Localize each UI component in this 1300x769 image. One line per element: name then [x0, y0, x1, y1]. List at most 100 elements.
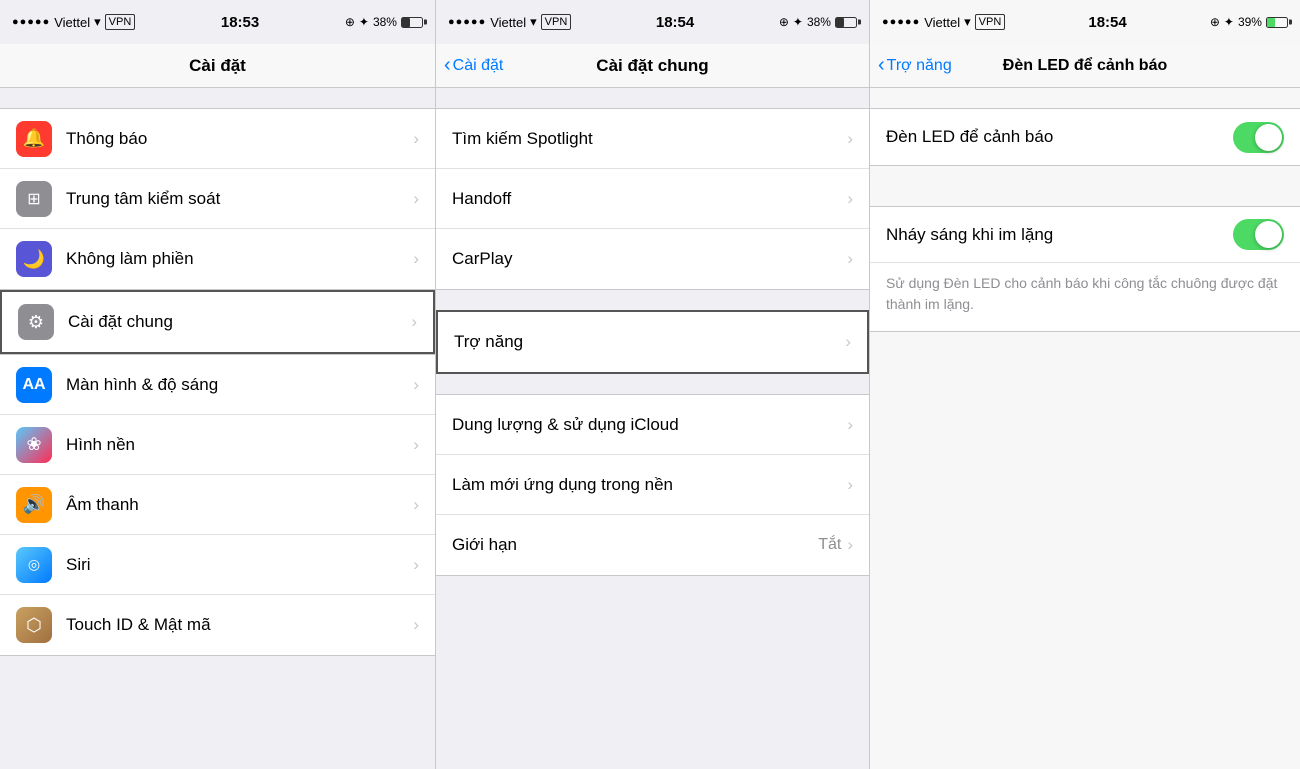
list-item-accessibility[interactable]: Trợ năng ›	[438, 312, 867, 372]
status-left-2: ●●●●● Viettel ▾ VPN	[448, 14, 571, 30]
nav-title-2: Cài đặt chung	[596, 56, 708, 76]
status-right-2: ⊕ ✦ 38%	[779, 15, 857, 29]
status-right-3: ⊕ ✦ 39%	[1210, 15, 1288, 29]
list-item-wallpaper[interactable]: ❀ Hình nền ›	[0, 415, 435, 475]
list-item-restrictions[interactable]: Giới hạn Tắt ›	[436, 515, 869, 575]
wifi-icon-3: ▾	[964, 14, 971, 30]
back-button-3[interactable]: ‹ Trợ năng	[878, 56, 952, 75]
list-item-display[interactable]: AA Màn hình & độ sáng ›	[0, 355, 435, 415]
siri-label: Siri	[66, 555, 413, 575]
back-chevron-3: ‹	[878, 55, 885, 75]
display-label: Màn hình & độ sáng	[66, 375, 413, 395]
panel-led-alert: ●●●●● Viettel ▾ VPN 18:54 ⊕ ✦ 39% ‹ Trợ …	[870, 0, 1300, 769]
accessibility-chevron: ›	[845, 332, 851, 352]
location-icon-3: ⊕	[1210, 15, 1220, 29]
sound-chevron: ›	[413, 495, 419, 515]
notifications-label: Thông báo	[66, 129, 413, 149]
wallpaper-label: Hình nền	[66, 435, 413, 455]
sound-label: Âm thanh	[66, 495, 413, 515]
handoff-chevron: ›	[847, 189, 853, 209]
dnd-icon: 🌙	[16, 241, 52, 277]
nav-title-3: Đèn LED để cảnh báo	[1003, 57, 1167, 75]
nav-bar-2: ‹ Cài đặt Cài đặt chung	[436, 44, 869, 88]
restrictions-chevron: ›	[847, 535, 853, 555]
battery-fill-3	[1267, 18, 1275, 27]
list-item-background-refresh[interactable]: Làm mới ứng dụng trong nền ›	[436, 455, 869, 515]
led-toggle[interactable]	[1233, 122, 1284, 153]
flash-description: Sử dụng Đèn LED cho cảnh báo khi công tắ…	[870, 263, 1300, 331]
icloud-label: Dung lượng & sử dụng iCloud	[452, 415, 847, 435]
battery-percent-2: 38%	[807, 15, 831, 29]
spacer-1	[0, 88, 435, 108]
back-label-2: Cài đặt	[453, 57, 504, 75]
icloud-chevron: ›	[847, 415, 853, 435]
list-item-general[interactable]: ⚙ Cài đặt chung ›	[2, 292, 433, 352]
spacer-2	[436, 88, 869, 108]
list-item-handoff[interactable]: Handoff ›	[436, 169, 869, 229]
wallpaper-chevron: ›	[413, 435, 419, 455]
time-1: 18:53	[221, 14, 259, 31]
status-left-3: ●●●●● Viettel ▾ VPN	[882, 14, 1005, 30]
nav-bar-1: Cài đặt	[0, 44, 435, 88]
vpn-badge-3: VPN	[975, 14, 1006, 30]
spotlight-label: Tìm kiếm Spotlight	[452, 129, 847, 149]
siri-chevron: ›	[413, 555, 419, 575]
flash-toggle[interactable]	[1233, 219, 1284, 250]
dnd-chevron: ›	[413, 249, 419, 269]
signal-dots-2: ●●●●●	[448, 16, 486, 28]
spacer-3b	[870, 186, 1300, 206]
vpn-badge-2: VPN	[541, 14, 572, 30]
general-list-2: Dung lượng & sử dụng iCloud › Làm mới ứn…	[436, 394, 869, 576]
accessibility-label: Trợ năng	[454, 332, 845, 352]
bluetooth-icon-1: ✦	[359, 15, 369, 29]
flash-toggle-knob	[1255, 221, 1282, 248]
back-label-3: Trợ năng	[887, 57, 952, 75]
status-right-1: ⊕ ✦ 38%	[345, 15, 423, 29]
location-icon-2: ⊕	[779, 15, 789, 29]
wallpaper-icon: ❀	[16, 427, 52, 463]
battery-bar-3	[1266, 17, 1288, 28]
bg-refresh-chevron: ›	[847, 475, 853, 495]
list-item-siri[interactable]: ◎ Siri ›	[0, 535, 435, 595]
back-chevron-2: ‹	[444, 55, 451, 75]
signal-dots-3: ●●●●●	[882, 16, 920, 28]
display-chevron: ›	[413, 375, 419, 395]
back-button-2[interactable]: ‹ Cài đặt	[444, 56, 503, 75]
time-3: 18:54	[1088, 14, 1126, 31]
list-item-control-center[interactable]: ⊞ Trung tâm kiểm soát ›	[0, 169, 435, 229]
list-item-notifications[interactable]: 🔔 Thông báo ›	[0, 109, 435, 169]
setting-row-led: Đèn LED để cảnh báo	[870, 109, 1300, 165]
carrier-1: Viettel	[54, 15, 90, 30]
wifi-icon-1: ▾	[94, 14, 101, 30]
touchid-icon: ⬡	[16, 607, 52, 643]
touchid-chevron: ›	[413, 615, 419, 635]
led-settings-group: Đèn LED để cảnh báo	[870, 108, 1300, 166]
general-icon: ⚙	[18, 304, 54, 340]
led-toggle-knob	[1255, 124, 1282, 151]
carrier-2: Viettel	[490, 15, 526, 30]
list-item-carplay[interactable]: CarPlay ›	[436, 229, 869, 289]
location-icon-1: ⊕	[345, 15, 355, 29]
list-item-icloud[interactable]: Dung lượng & sử dụng iCloud ›	[436, 395, 869, 455]
sound-icon: 🔊	[16, 487, 52, 523]
spacer-3	[870, 88, 1300, 108]
notifications-chevron: ›	[413, 129, 419, 149]
status-left-1: ●●●●● Viettel ▾ VPN	[12, 14, 135, 30]
setting-row-flash: Nháy sáng khi im lặng	[870, 207, 1300, 263]
siri-icon: ◎	[16, 547, 52, 583]
panel-general-settings: ●●●●● Viettel ▾ VPN 18:54 ⊕ ✦ 38% ‹ Cài …	[436, 0, 870, 769]
battery-percent-1: 38%	[373, 15, 397, 29]
general-settings-row-wrapper: ⚙ Cài đặt chung ›	[0, 290, 435, 354]
spotlight-chevron: ›	[847, 129, 853, 149]
display-icon: AA	[16, 367, 52, 403]
list-item-sound[interactable]: 🔊 Âm thanh ›	[0, 475, 435, 535]
battery-fill-1	[402, 18, 410, 27]
list-item-spotlight[interactable]: Tìm kiếm Spotlight ›	[436, 109, 869, 169]
dnd-label: Không làm phiền	[66, 249, 413, 269]
nav-bar-3: ‹ Trợ năng Đèn LED để cảnh báo	[870, 44, 1300, 88]
list-item-dnd[interactable]: 🌙 Không làm phiền ›	[0, 229, 435, 289]
carplay-chevron: ›	[847, 249, 853, 269]
handoff-label: Handoff	[452, 189, 847, 209]
list-item-touchid[interactable]: ⬡ Touch ID & Mật mã ›	[0, 595, 435, 655]
vpn-badge-1: VPN	[105, 14, 136, 30]
